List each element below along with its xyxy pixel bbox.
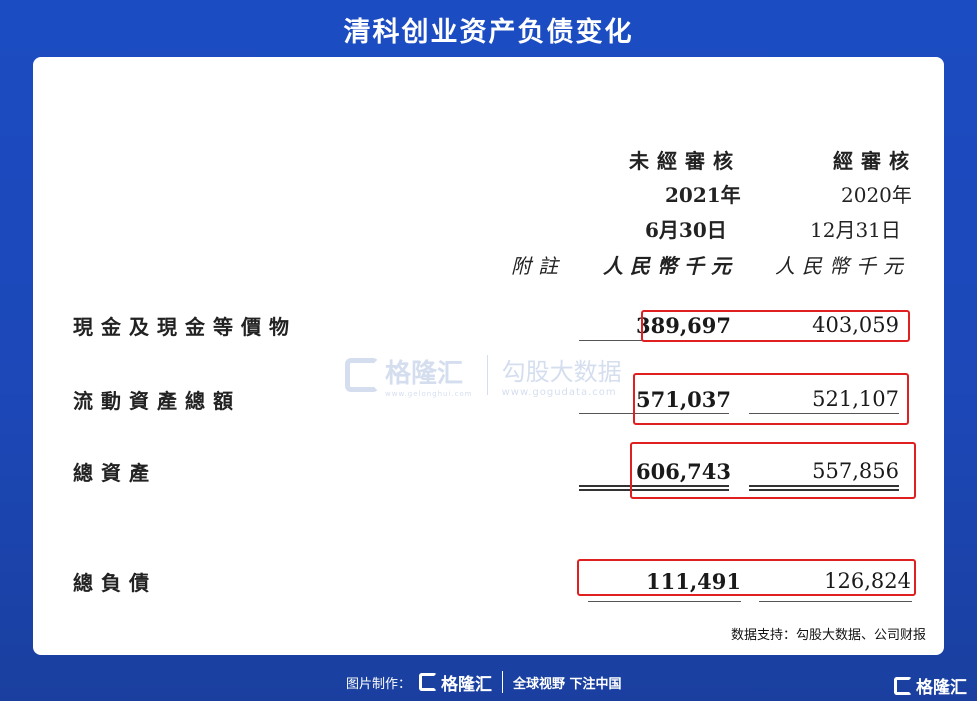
footer-logo-text: 格隆汇 (441, 674, 493, 695)
data-source-note: 数据支持：勾股大数据、公司财报 (730, 628, 926, 643)
header-unaudited: 未經審核 (629, 149, 741, 173)
watermark-brand: 格隆汇 (385, 358, 464, 389)
row-label-current-assets: 流動資產總額 (73, 389, 241, 413)
footer-divider (502, 671, 504, 693)
page-title: 清科创业资产负债变化 (343, 17, 634, 48)
watermark: 格隆汇 www.gelonghui.com 勾股大数据 www.gogudata… (345, 352, 622, 398)
highlight-box-cash (641, 310, 910, 342)
header-unaudited-date: 6月30日 (645, 218, 727, 242)
corner-logo-text: 格隆汇 (916, 678, 967, 698)
corner-logo: 格隆汇 (894, 673, 967, 698)
gelonghui-logo-icon (345, 358, 379, 392)
footer-logo: 格隆汇 (419, 670, 492, 695)
highlight-box-total-liabilities (577, 559, 916, 596)
highlight-box-current-assets (633, 373, 909, 425)
watermark-divider (486, 355, 488, 395)
header-unaudited-year: 2021年 (665, 183, 741, 207)
underline (759, 601, 912, 602)
header-unit-audited: 人民幣千元 (775, 254, 910, 278)
gelonghui-logo-icon (419, 673, 438, 691)
underline (588, 601, 741, 602)
header-audited-year: 2020年 (841, 183, 912, 207)
watermark-brand-url: www.gelonghui.com (385, 389, 473, 398)
header-unit-unaudited: 人民幣千元 (603, 254, 738, 278)
report-card: 未經審核 經審核 2021年 2020年 6月30日 12月31日 附註 人民幣… (33, 57, 944, 655)
row-label-cash: 現金及現金等價物 (73, 315, 297, 339)
header-audited: 經審核 (833, 149, 917, 173)
header-note: 附註 (511, 254, 565, 278)
row-label-total-assets: 總資產 (73, 461, 157, 485)
footer-bar: 图片制作： 格隆汇 全球视野 下注中国 格隆汇 (0, 665, 977, 701)
row-label-total-liabilities: 總負債 (73, 571, 157, 595)
watermark-partner: 勾股大数据 (501, 358, 622, 386)
highlight-box-total-assets (630, 442, 916, 499)
header-audited-date: 12月31日 (810, 218, 901, 242)
footer-made-by: 图片制作： (346, 676, 412, 692)
footer-slogan: 全球视野 下注中国 (513, 676, 622, 692)
gelonghui-logo-icon (894, 676, 912, 695)
